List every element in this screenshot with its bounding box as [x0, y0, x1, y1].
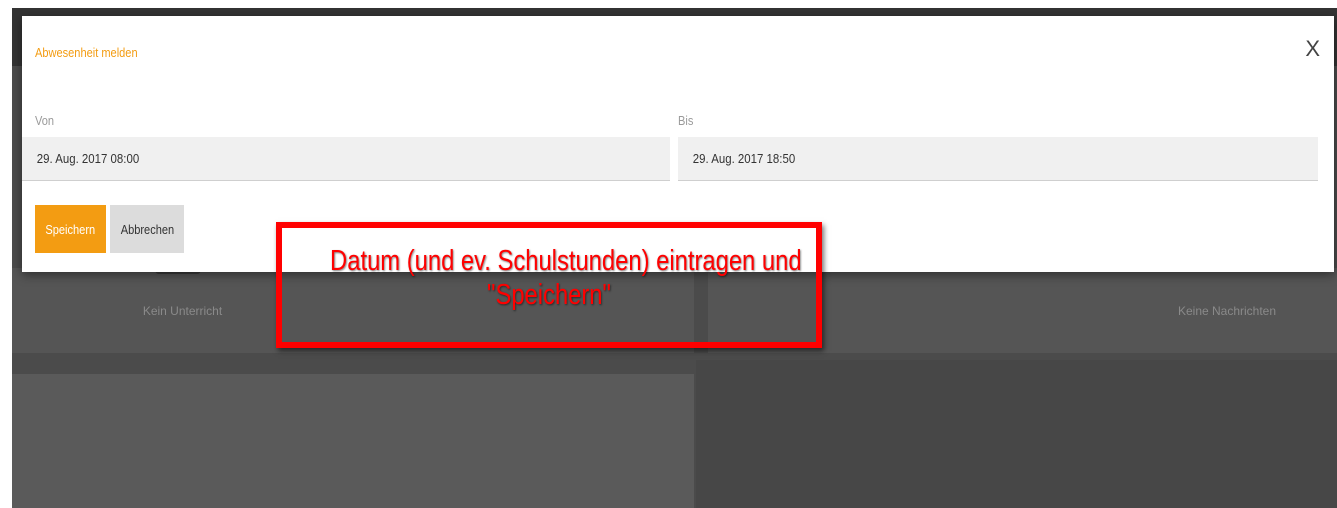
- cancel-button-label: Abbrechen: [120, 221, 174, 237]
- callout-line-1: Datum (und ev. Schulstunden) eintragen u…: [330, 245, 802, 277]
- to-field-container: [678, 137, 1318, 181]
- no-messages-label: Keine Nachrichten: [1177, 304, 1277, 318]
- instruction-callout: Datum (und ev. Schulstunden) eintragen u…: [276, 222, 822, 348]
- dialog-title: Abwesenheit melden: [35, 45, 138, 60]
- to-label: Bis: [678, 113, 694, 128]
- close-button[interactable]: X: [1305, 38, 1320, 60]
- save-button-label: Speichern: [45, 221, 96, 237]
- from-label: Von: [35, 113, 55, 128]
- to-date-input[interactable]: [691, 150, 1243, 167]
- cancel-button[interactable]: Abbrechen: [110, 205, 184, 253]
- background-panel-left: [12, 374, 694, 508]
- save-button[interactable]: Speichern: [35, 205, 106, 253]
- from-field-container: [22, 137, 670, 181]
- from-date-input[interactable]: [35, 150, 594, 167]
- callout-line-2: "Speichern": [487, 279, 611, 311]
- background-panel-right: [696, 360, 1337, 508]
